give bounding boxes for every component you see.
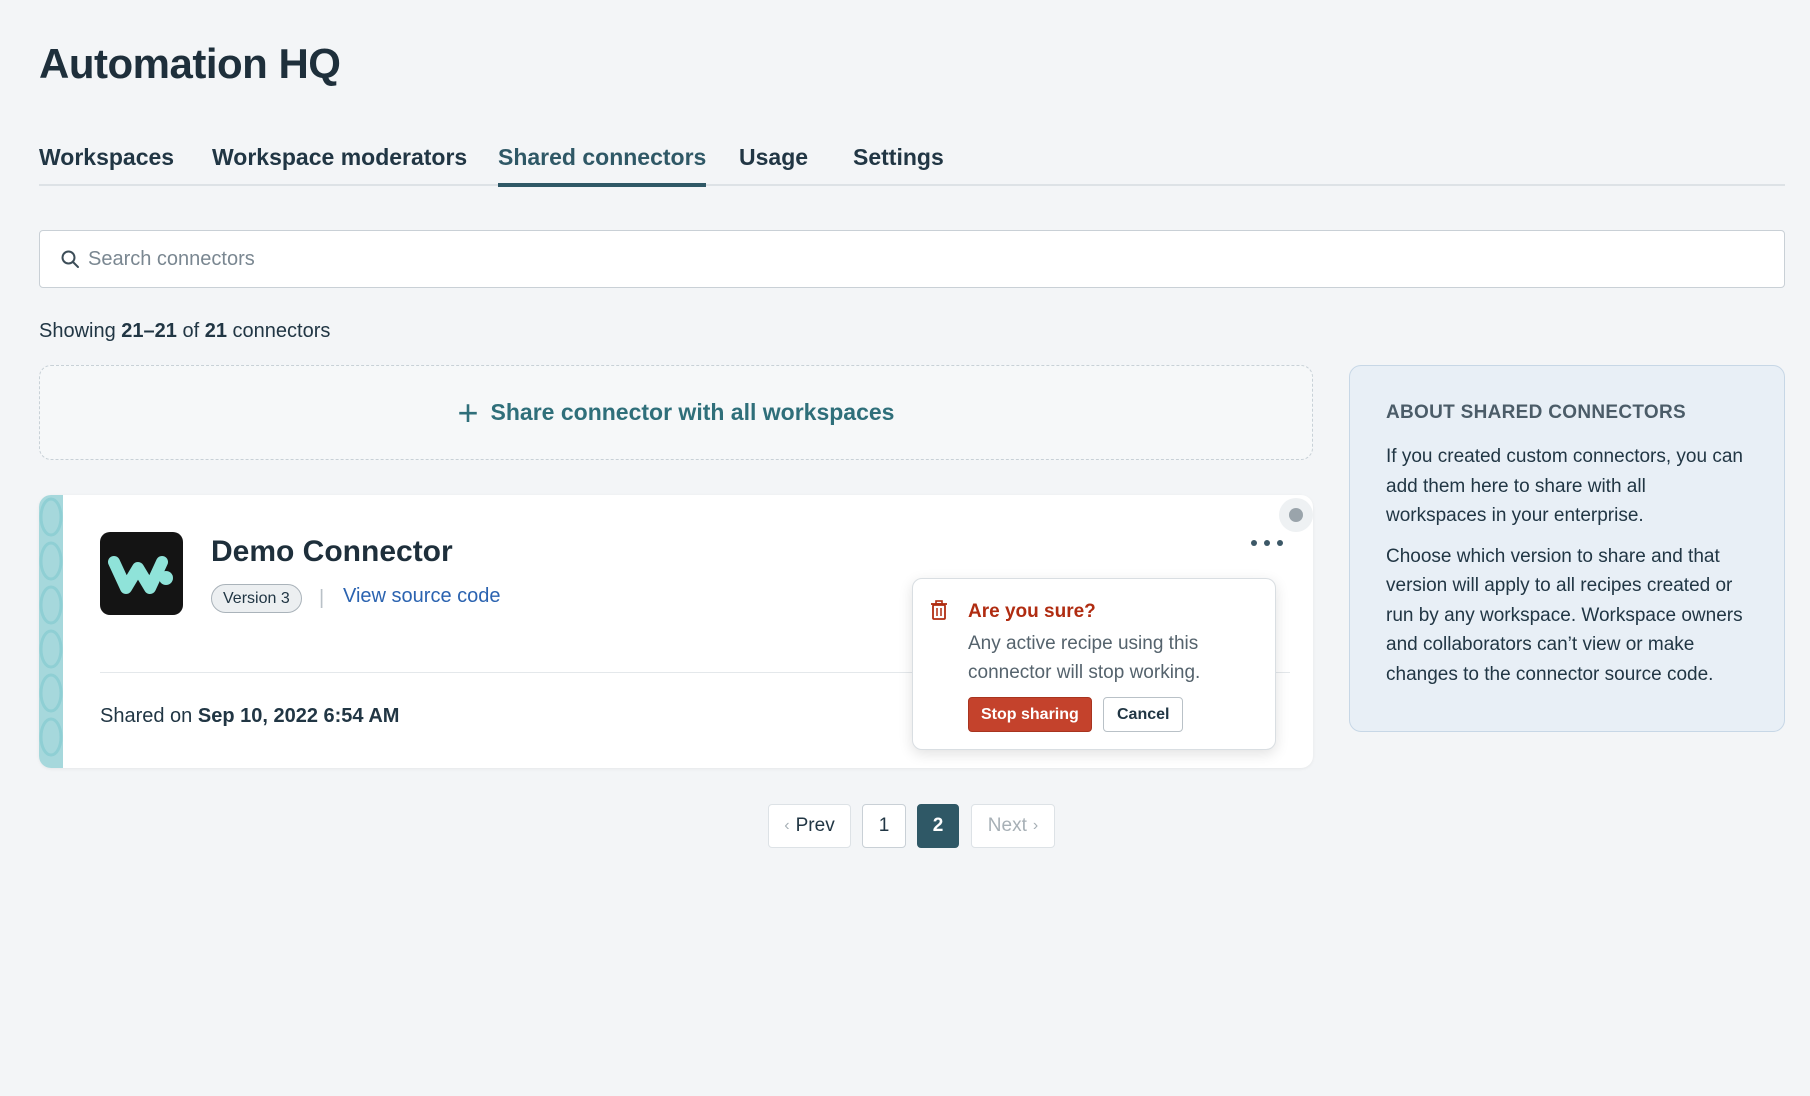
about-paragraph-1: If you created custom connectors, you ca… <box>1386 446 1743 526</box>
next-label: Next <box>987 815 1027 836</box>
confirm-popover: Are you sure? Any active recipe using th… <box>912 578 1276 750</box>
connector-name: Demo Connector <box>211 535 453 568</box>
prev-label: Prev <box>795 815 835 836</box>
share-connector-button[interactable]: + Share connector with all workspaces <box>39 365 1313 460</box>
share-connector-label: Share connector with all workspaces <box>490 399 895 425</box>
search-input[interactable] <box>88 231 1768 287</box>
page-2-button[interactable]: 2 <box>917 804 959 848</box>
page-1-button[interactable]: 1 <box>862 804 906 848</box>
tab-usage[interactable]: Usage <box>739 144 808 183</box>
showing-range: 21–21 <box>121 320 177 342</box>
tab-bar: Workspaces Workspace moderators Shared c… <box>39 138 1785 187</box>
about-paragraph-2: Choose which version to share and that v… <box>1386 545 1743 685</box>
cancel-button[interactable]: Cancel <box>1103 697 1184 732</box>
tab-workspace-moderators[interactable]: Workspace moderators <box>212 144 467 183</box>
about-heading: ABOUT SHARED CONNECTORS <box>1386 402 1687 423</box>
view-source-link[interactable]: View source code <box>343 585 501 608</box>
confirm-title: Are you sure? <box>968 601 1096 622</box>
about-panel: ABOUT SHARED CONNECTORS If you created c… <box>1349 365 1785 732</box>
search-box <box>39 230 1785 288</box>
tab-settings[interactable]: Settings <box>853 144 944 183</box>
connector-logo <box>100 532 183 615</box>
prev-page-button[interactable]: ‹ Prev <box>768 804 851 848</box>
more-options-icon[interactable] <box>1245 531 1289 555</box>
chevron-right-icon: › <box>1032 817 1039 834</box>
showing-of: of <box>182 320 200 342</box>
stop-sharing-button[interactable]: Stop sharing <box>968 697 1092 732</box>
chevron-left-icon: ‹ <box>784 817 790 834</box>
tab-workspaces[interactable]: Workspaces <box>39 144 174 183</box>
next-page-button[interactable]: Next › <box>971 804 1055 848</box>
shared-datetime: Sep 10, 2022 6:54 AM <box>197 705 400 727</box>
status-indicator <box>1279 498 1313 532</box>
card-accent-stripe <box>39 495 63 768</box>
trash-icon <box>931 600 947 620</box>
version-badge: Version 3 <box>211 584 302 613</box>
shared-prefix: Shared on <box>100 705 193 727</box>
page-title: Automation HQ <box>39 40 341 87</box>
tab-shared-connectors[interactable]: Shared connectors <box>498 144 707 187</box>
confirm-message: Any active recipe using this connector w… <box>968 633 1201 683</box>
separator: | <box>319 587 325 609</box>
showing-prefix: Showing <box>39 320 116 342</box>
plus-icon: + <box>457 391 479 433</box>
showing-total: 21 <box>204 320 227 342</box>
search-icon <box>61 250 79 268</box>
shared-date: Shared on Sep 10, 2022 6:54 AM <box>100 705 399 728</box>
showing-suffix: connectors <box>232 320 331 342</box>
results-count: Showing 21–21 of 21 connectors <box>39 320 330 343</box>
